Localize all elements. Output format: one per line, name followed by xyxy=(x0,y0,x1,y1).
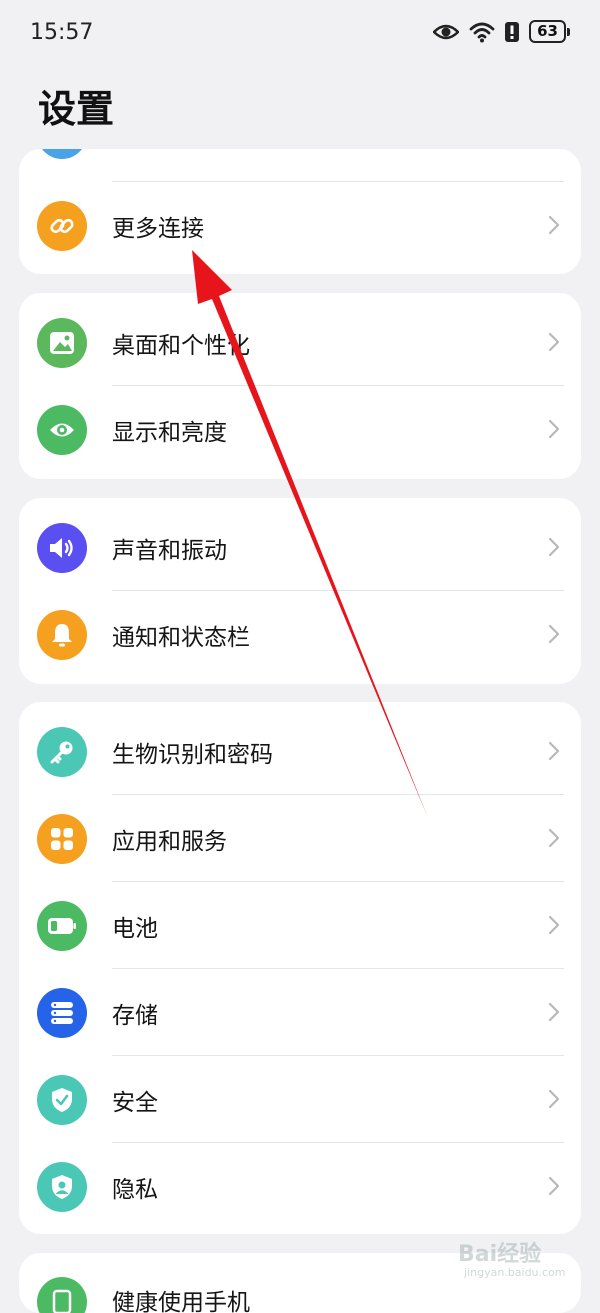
card-system: 生物识别和密码 应用和服务 电池 存储 安全 隐私 xyxy=(19,702,581,1234)
chevron-right-icon xyxy=(548,419,560,439)
row-label: 通知和状态栏 xyxy=(112,625,250,651)
battery-indicator: 63 xyxy=(529,20,570,43)
battery-tip xyxy=(567,27,570,36)
row-label: 应用和服务 xyxy=(112,829,227,855)
row-label: 隐私 xyxy=(112,1177,158,1203)
status-icons: 63 xyxy=(433,20,570,43)
settings-item-privacy[interactable]: 隐私 xyxy=(19,1143,581,1230)
wellbeing-icon xyxy=(37,1277,87,1313)
chevron-right-icon xyxy=(548,828,560,848)
row-label: 桌面和个性化 xyxy=(112,333,250,359)
chevron-right-icon xyxy=(548,741,560,761)
watermark-text: Bai经验 xyxy=(458,1242,542,1267)
watermark-logo: Bai经验 jingyan.baidu.com xyxy=(458,1228,578,1283)
status-bar: 15:57 63 xyxy=(0,0,600,70)
settings-item-storage[interactable]: 存储 xyxy=(19,969,581,1056)
settings-item-sound[interactable]: 声音和振动 xyxy=(19,504,581,591)
settings-item-more-connections[interactable]: 更多连接 xyxy=(19,182,581,269)
row-label: 电池 xyxy=(112,916,158,942)
wallpaper-icon xyxy=(37,318,87,368)
chevron-right-icon xyxy=(548,1176,560,1196)
row-label: 安全 xyxy=(112,1090,158,1116)
chevron-right-icon xyxy=(548,537,560,557)
card-connections: 更多连接 xyxy=(19,149,581,274)
settings-item-apps[interactable]: 应用和服务 xyxy=(19,795,581,882)
row-label: 显示和亮度 xyxy=(112,420,227,446)
settings-item-display[interactable]: 显示和亮度 xyxy=(19,386,581,473)
chevron-right-icon xyxy=(548,332,560,352)
chevron-right-icon xyxy=(548,1002,560,1022)
row-label: 更多连接 xyxy=(112,216,204,242)
watermark-url: jingyan.baidu.com xyxy=(464,1266,566,1279)
status-time: 15:57 xyxy=(30,20,94,45)
storage-icon xyxy=(37,988,87,1038)
privacy-shield-icon xyxy=(37,1162,87,1212)
settings-item-security[interactable]: 安全 xyxy=(19,1056,581,1143)
alert-icon xyxy=(505,21,520,42)
key-icon xyxy=(37,727,87,777)
row-label: 健康使用手机 xyxy=(112,1290,250,1313)
speaker-icon xyxy=(37,523,87,573)
card-display: 桌面和个性化 显示和亮度 xyxy=(19,293,581,479)
row-label: 存储 xyxy=(112,1003,158,1029)
row-label: 生物识别和密码 xyxy=(112,742,273,768)
chevron-right-icon xyxy=(548,915,560,935)
card-sound: 声音和振动 通知和状态栏 xyxy=(19,498,581,684)
settings-item-desktop[interactable]: 桌面和个性化 xyxy=(19,299,581,386)
eye-comfort-icon xyxy=(433,24,460,39)
link-icon xyxy=(37,201,87,251)
wifi-icon xyxy=(469,22,495,42)
chevron-right-icon xyxy=(548,1089,560,1109)
eye-icon xyxy=(37,405,87,455)
apps-grid-icon xyxy=(37,814,87,864)
page-title: 设置 xyxy=(38,87,115,131)
bell-icon xyxy=(37,610,87,660)
settings-item-battery[interactable]: 电池 xyxy=(19,882,581,969)
battery-level: 63 xyxy=(529,20,566,43)
row-label: 声音和振动 xyxy=(112,538,227,564)
chevron-right-icon xyxy=(548,215,560,235)
settings-item-notifications[interactable]: 通知和状态栏 xyxy=(19,591,581,678)
shield-check-icon xyxy=(37,1075,87,1125)
chevron-right-icon xyxy=(548,624,560,644)
settings-item-biometrics[interactable]: 生物识别和密码 xyxy=(19,708,581,795)
partial-previous-row xyxy=(37,149,87,159)
battery-icon xyxy=(37,901,87,951)
